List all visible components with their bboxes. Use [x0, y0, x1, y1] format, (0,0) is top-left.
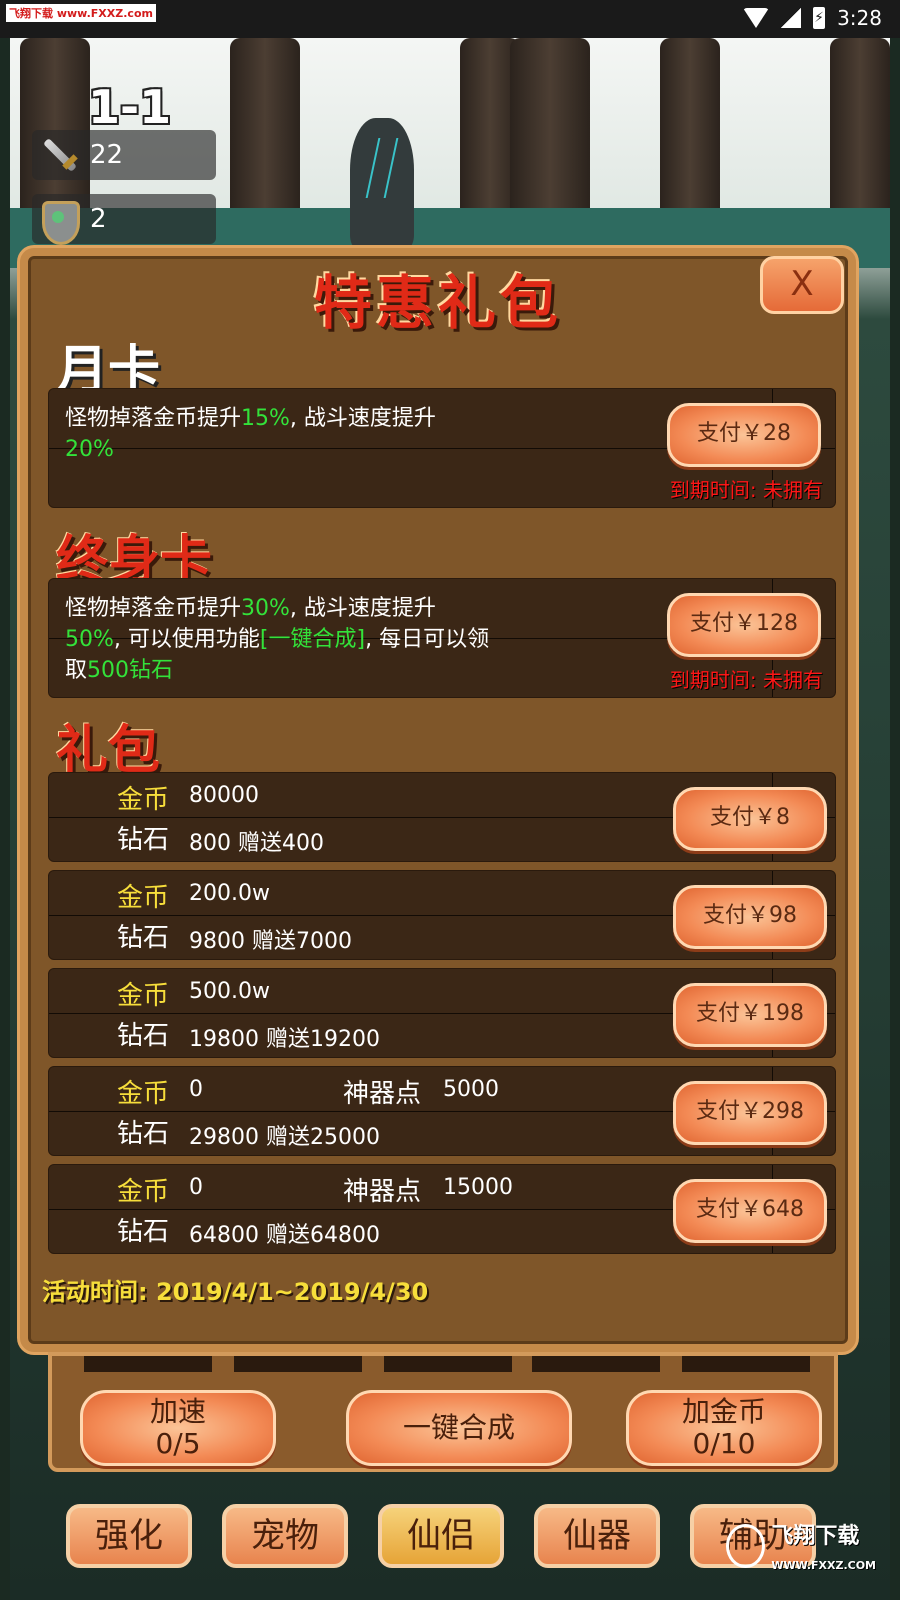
desc-text: 怪物掉落金币提升	[65, 596, 242, 621]
pack-diamond-value: 29800 赠送25000	[189, 1125, 380, 1150]
pack-card: 金币 0 钻石 29800 赠送25000 神器点 5000 支付￥298	[48, 1066, 836, 1156]
signal-icon	[781, 8, 802, 28]
pack-card: 金币 0 钻石 64800 赠送64800 神器点 15000 支付￥648	[48, 1164, 836, 1254]
pay-monthly-button[interactable]: 支付￥28	[667, 403, 821, 467]
pack-diamond-value: 19800 赠送19200	[189, 1027, 380, 1052]
pay-lifetime-button[interactable]: 支付￥128	[667, 593, 821, 657]
pay-pack-button[interactable]: 支付￥298	[673, 1081, 827, 1145]
pack-gold-value: 0	[189, 1077, 203, 1102]
pay-pack-button[interactable]: 支付￥98	[673, 885, 827, 949]
pack-artifact-value: 5000	[443, 1077, 499, 1102]
speed-up-button[interactable]: 加速 0/5	[80, 1390, 276, 1466]
rune-stone	[350, 118, 414, 248]
shield-icon	[36, 197, 80, 245]
diamond-label: 钻石	[117, 923, 170, 953]
artifact-label: 神器点	[343, 1079, 422, 1109]
stage-level: 1-1	[88, 80, 172, 134]
desc-highlight: 30%	[241, 596, 290, 621]
gold-label: 金币	[117, 1177, 170, 1207]
merge-slot[interactable]	[84, 1356, 212, 1372]
logo-mark-icon	[726, 1524, 766, 1568]
attack-value: 22	[90, 140, 124, 170]
diamond-label: 钻石	[117, 1119, 170, 1149]
pack-diamond-value: 800 赠送400	[189, 831, 324, 856]
desc-highlight: 20%	[65, 437, 114, 462]
status-bar-right: ⚡ 3:28	[743, 6, 882, 30]
speed-up-count: 0/5	[155, 1427, 201, 1460]
activity-time: 活动时间: 2019/4/1~2019/4/30	[42, 1278, 429, 1306]
pay-pack-button[interactable]: 支付￥648	[673, 1179, 827, 1243]
diamond-label: 钻石	[117, 1217, 170, 1247]
add-gold-label: 加金币	[681, 1395, 766, 1428]
battery-icon: ⚡	[813, 7, 826, 29]
defense-value: 2	[90, 204, 107, 234]
lifetime-expire-text: 到期时间: 未拥有	[669, 668, 823, 692]
special-offer-popup: 特惠礼包 X 月卡 怪物掉落金币提升15%, 战斗速度提升 20% 支付￥28 到…	[20, 248, 856, 1352]
desc-highlight: 50%	[65, 627, 114, 652]
attack-stat: 22	[32, 130, 216, 180]
close-button[interactable]: X	[760, 256, 844, 314]
clock: 3:28	[837, 6, 882, 30]
pack-diamond-value: 64800 赠送64800	[189, 1223, 380, 1248]
gold-label: 金币	[117, 1079, 170, 1109]
pack-gold-value: 80000	[189, 783, 259, 808]
status-bar-left: 飞翔下载 www.FXXZ.com	[6, 4, 156, 22]
monthly-card: 怪物掉落金币提升15%, 战斗速度提升 20% 支付￥28 到期时间: 未拥有	[48, 388, 836, 508]
merge-label: 一键合成	[402, 1411, 515, 1444]
pack-card: 金币 200.0w 钻石 9800 赠送7000 支付￥98	[48, 870, 836, 960]
logo-title: 飞翔下载	[771, 1523, 860, 1549]
merge-slot[interactable]	[682, 1356, 810, 1372]
desc-text: , 战斗速度提升	[289, 596, 436, 621]
add-gold-button[interactable]: 加金币 0/10	[626, 1390, 822, 1466]
one-click-merge-button[interactable]: 一键合成	[346, 1390, 572, 1466]
defense-stat: 2	[32, 194, 216, 245]
gold-label: 金币	[117, 981, 170, 1011]
merge-slot[interactable]	[234, 1356, 362, 1372]
desc-text: 怪物掉落金币提升	[65, 406, 242, 431]
monthly-card-desc: 怪物掉落金币提升15%, 战斗速度提升 20%	[65, 403, 505, 465]
tab-enhance[interactable]: 强化	[66, 1504, 192, 1568]
logo-text: 飞翔下载 WWW.FXXZ.COM	[771, 1518, 876, 1575]
pay-pack-button[interactable]: 支付￥8	[673, 787, 827, 851]
add-gold-count: 0/10	[692, 1427, 756, 1460]
pack-gold-value: 200.0w	[189, 881, 270, 906]
monthly-expire-text: 到期时间: 未拥有	[669, 478, 823, 502]
desc-highlight: 15%	[241, 406, 290, 431]
tab-companion[interactable]: 仙侣	[378, 1504, 504, 1568]
sword-icon	[36, 133, 80, 177]
artifact-label: 神器点	[343, 1177, 422, 1207]
desc-highlight: 500钻石	[87, 658, 174, 683]
diamond-label: 钻石	[117, 825, 170, 855]
merge-slot[interactable]	[532, 1356, 660, 1372]
pack-gold-value: 0	[189, 1175, 203, 1200]
site-logo: 飞翔下载 WWW.FXXZ.COM	[726, 1506, 876, 1586]
desc-text: , 可以使用功能	[113, 627, 260, 652]
diamond-label: 钻石	[117, 1021, 170, 1051]
pay-pack-button[interactable]: 支付￥198	[673, 983, 827, 1047]
watermark-text: 飞翔下载 www.FXXZ.com	[6, 4, 156, 22]
pack-gold-value: 500.0w	[189, 979, 270, 1004]
tab-artifact[interactable]: 仙器	[534, 1504, 660, 1568]
pack-diamond-value: 9800 赠送7000	[189, 929, 352, 954]
desc-highlight: [一键合成]	[259, 627, 366, 652]
logo-subtitle: WWW.FXXZ.COM	[771, 1558, 876, 1572]
gold-label: 金币	[117, 883, 170, 913]
lifetime-card: 怪物掉落金币提升30%, 战斗速度提升 50%, 可以使用功能[一键合成], 每日…	[48, 578, 836, 698]
tab-pet[interactable]: 宠物	[222, 1504, 348, 1568]
desc-text: , 战斗速度提升	[289, 406, 436, 431]
pack-card: 金币 500.0w 钻石 19800 赠送19200 支付￥198	[48, 968, 836, 1058]
gold-label: 金币	[117, 785, 170, 815]
pack-card: 金币 80000 钻石 800 赠送400 支付￥8	[48, 772, 836, 862]
wifi-icon	[743, 8, 770, 28]
status-bar: 飞翔下载 www.FXXZ.com ⚡ 3:28	[0, 0, 900, 38]
pack-artifact-value: 15000	[443, 1175, 513, 1200]
merge-slot[interactable]	[384, 1356, 512, 1372]
speed-up-label: 加速	[149, 1395, 206, 1428]
lifetime-card-desc: 怪物掉落金币提升30%, 战斗速度提升 50%, 可以使用功能[一键合成], 每日…	[65, 593, 505, 686]
